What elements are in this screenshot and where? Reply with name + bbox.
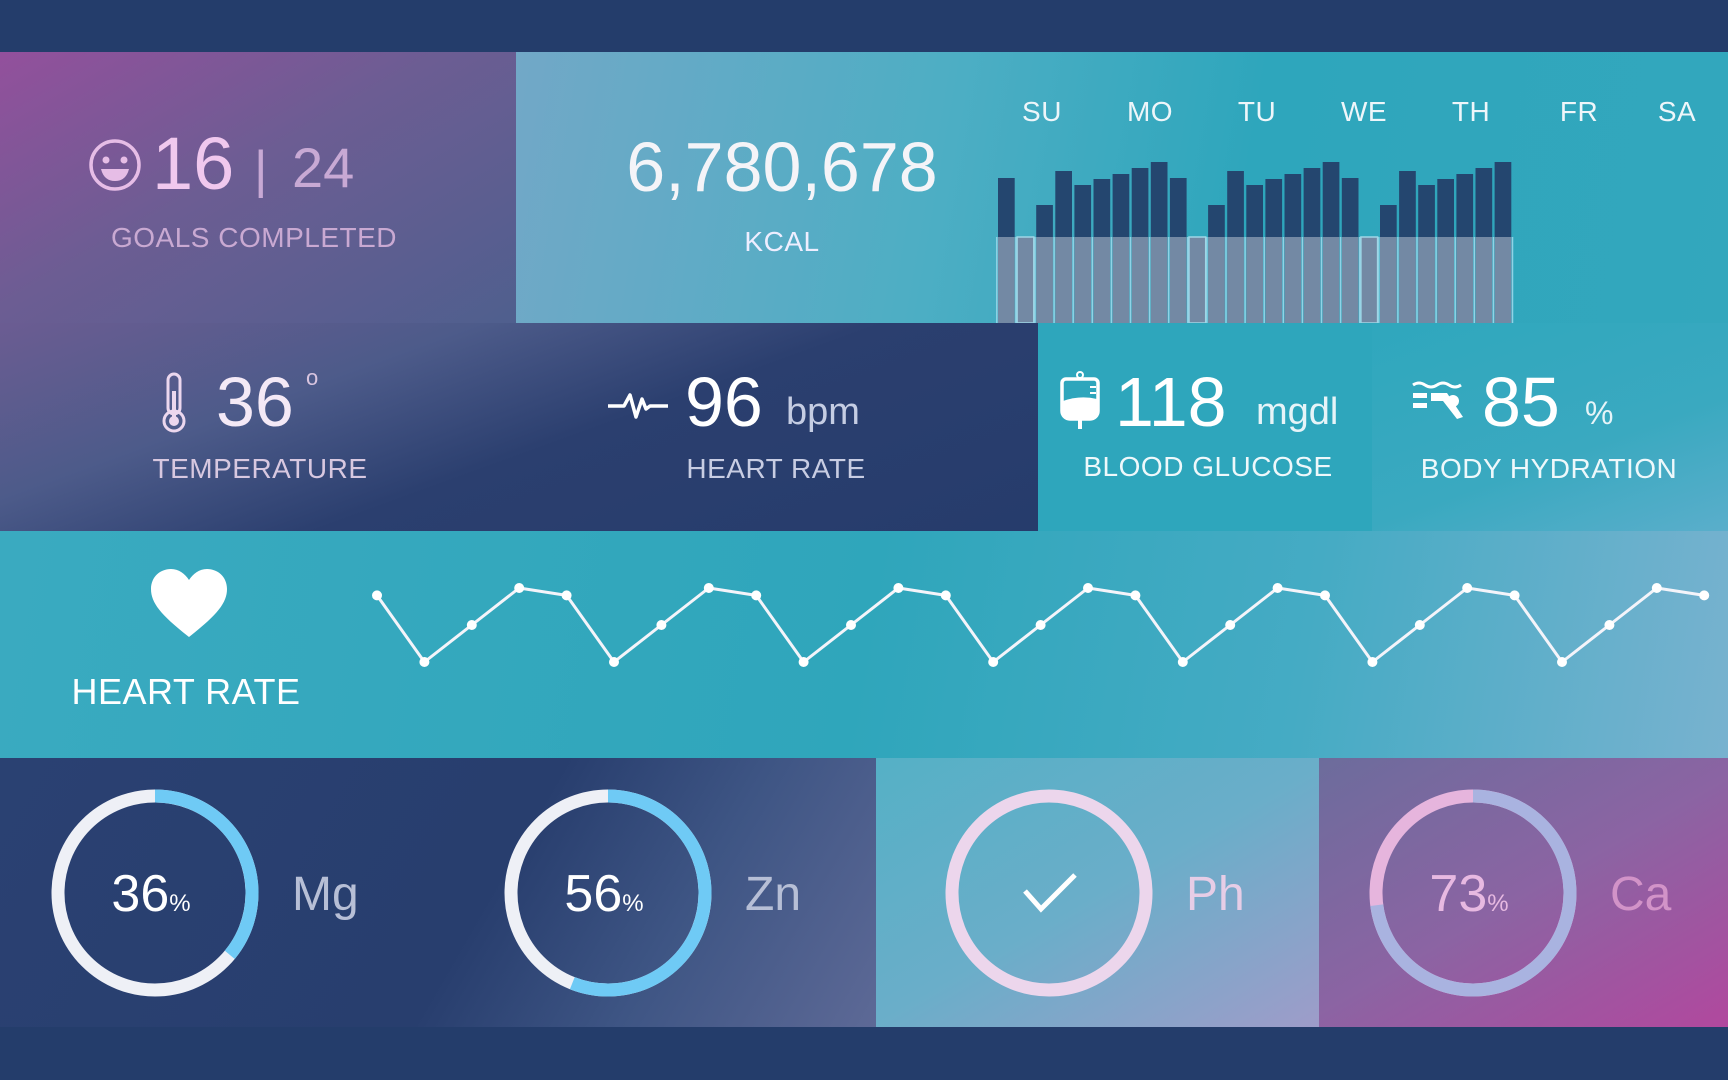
mineral-percent-value: 73% bbox=[1429, 865, 1508, 923]
mineral-rings: 36% Mg 56% Zn Ph 73% Ca bbox=[51, 789, 1672, 997]
mineral-percent-unit: % bbox=[622, 890, 643, 917]
mineral-percent-unit: % bbox=[169, 890, 190, 917]
ring-progress-arc bbox=[154, 789, 259, 959]
mineral-name: Ph bbox=[1186, 868, 1245, 921]
mineral-percent-value: 36% bbox=[111, 865, 190, 923]
ring-track bbox=[945, 789, 1153, 997]
mineral-percent-value: 56% bbox=[564, 865, 643, 923]
mineral-name: Ca bbox=[1610, 868, 1672, 921]
check-icon bbox=[1023, 873, 1077, 913]
mineral-percent-unit: % bbox=[1487, 890, 1508, 917]
mineral-name: Zn bbox=[745, 868, 801, 921]
mineral-name: Mg bbox=[292, 868, 359, 921]
